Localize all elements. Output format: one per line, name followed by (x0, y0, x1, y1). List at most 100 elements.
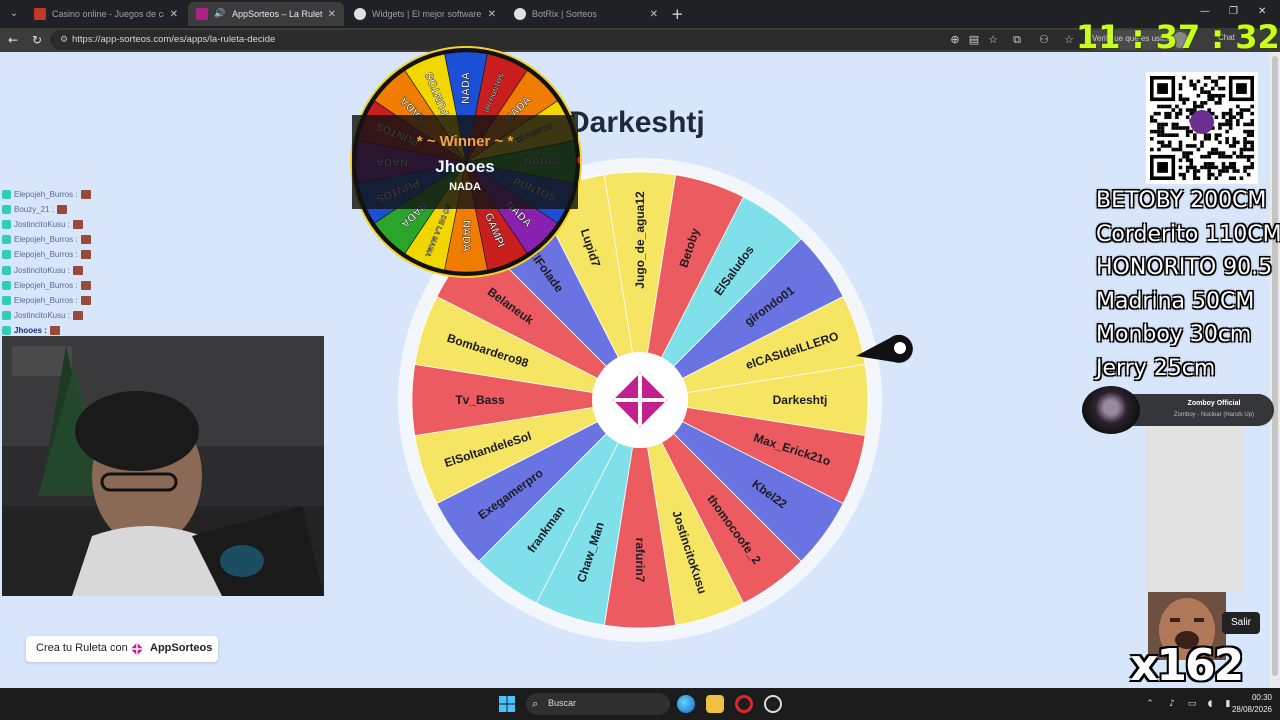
wheel-segment-label: Tv_Bass (455, 393, 505, 407)
extensions-icon[interactable]: ⧉ (1010, 32, 1024, 48)
tab-title: Widgets | El mejor software para p (372, 9, 482, 19)
chat-badge-icon (2, 235, 11, 245)
reload-icon[interactable]: ↻ (29, 32, 45, 48)
music-artist: Zomboy Official (1187, 400, 1241, 407)
maximize-icon[interactable]: ❐ (1229, 6, 1238, 17)
botrix-favicon-icon (514, 8, 526, 20)
tab-appsorteos[interactable]: 🔊 AppSorteos – La Ruleta de la ✕ (188, 2, 344, 26)
donor-entry: Monboy 30cm (1096, 322, 1252, 348)
wheel-segment-label: Darkeshtj (773, 393, 828, 407)
now-playing-widget: Zomboy Official Zomboy - Nuclear (Hands … (1082, 386, 1274, 434)
microphone-icon[interactable]: ♪ (1166, 698, 1178, 710)
wheel-pointer-icon (856, 334, 913, 363)
search-label: Buscar (548, 698, 577, 708)
stream-clock: 11 : 37 : 32 (1076, 18, 1280, 56)
close-tab-icon[interactable]: ✕ (170, 9, 178, 20)
winner-prize: NADA (449, 181, 481, 193)
chat-message: JostincitoKusu : (2, 310, 84, 322)
qr-finder-pattern (1150, 154, 1176, 180)
volume-icon[interactable]: ◖ (1204, 698, 1216, 710)
display-icon[interactable]: ▭ (1186, 698, 1198, 710)
side-panel (1146, 426, 1244, 592)
scrollbar-thumb[interactable] (1272, 56, 1278, 676)
qr-finder-pattern (1150, 76, 1176, 102)
split-screen-icon[interactable]: ⚇ (1037, 32, 1051, 48)
chat-emote-icon (49, 326, 60, 336)
winner-banner: * ~ Winner ~ * Jhooes NADA (352, 115, 578, 209)
widgets-favicon-icon (354, 8, 366, 20)
windows-start-icon[interactable] (499, 696, 515, 712)
chat-username: JostincitoKusu : (14, 311, 71, 321)
edge-browser-icon[interactable] (677, 695, 695, 713)
brand-name: AppSorteos (150, 642, 213, 654)
chat-emote-icon (57, 204, 68, 214)
chat-message: JostincitoKusu : (2, 218, 84, 230)
page-scrollbar[interactable] (1270, 52, 1280, 688)
close-tab-icon[interactable]: ✕ (488, 9, 496, 20)
chat-badge-icon (2, 250, 11, 260)
tab-casino[interactable]: Casino online - Juegos de casino ✕ (26, 2, 186, 26)
wheel-segment-label: rafurin7 (633, 538, 647, 583)
close-window-icon[interactable]: ✕ (1258, 6, 1266, 17)
favorite-star-icon[interactable]: ☆ (986, 32, 1000, 48)
tab-widgets[interactable]: Widgets | El mejor software para p ✕ (346, 2, 504, 26)
chat-message: Jhooes : (2, 325, 60, 337)
reader-icon[interactable]: ▤ (967, 32, 981, 48)
appsorteos-logo-icon (130, 642, 144, 656)
chat-badge-icon (2, 311, 11, 321)
stream-chat-overlay: Elepojeh_Burros : Bouzy_21 : JostincitoKus… (0, 176, 110, 344)
app-icon[interactable] (764, 695, 782, 713)
yape-logo-icon (1190, 110, 1214, 134)
chat-emote-icon (80, 280, 91, 290)
winner-title: * ~ Winner ~ * (416, 133, 514, 150)
file-explorer-icon[interactable] (706, 695, 724, 713)
minimize-icon[interactable]: — (1200, 6, 1210, 17)
chat-emote-icon (80, 250, 91, 260)
create-roulette-link[interactable]: Crea tu Ruleta con AppSorteos (26, 636, 218, 662)
zoom-icon[interactable]: ⊕ (948, 32, 962, 48)
new-tab-plus-icon[interactable]: + (671, 4, 685, 24)
close-tab-icon[interactable]: ✕ (650, 9, 658, 20)
taskbar-search[interactable]: ⌕ Buscar (526, 693, 670, 715)
donor-entry: Madrina 50CM (1096, 288, 1255, 314)
chat-username: Elepojeh_Burros : (14, 189, 78, 199)
salir-button[interactable]: Salir (1222, 612, 1260, 634)
prize-segment-label: NADA (460, 220, 472, 252)
tab-title: AppSorteos – La Ruleta de la (232, 9, 322, 19)
yape-qr-code (1146, 72, 1258, 184)
speaker-icon[interactable]: 🔊 (214, 8, 226, 20)
chat-emote-icon (80, 295, 91, 305)
chat-message: Elepojeh_Burros : (2, 294, 91, 306)
chat-emote-icon (80, 235, 91, 245)
tray-chevron-icon[interactable]: ⌃ (1144, 698, 1156, 710)
tab-menu-chevron-icon[interactable]: ⌄ (6, 6, 22, 22)
chat-badge-icon (2, 326, 11, 336)
chat-message: Elepojeh_Burros : (2, 279, 91, 291)
collections-icon[interactable]: ☆ (1062, 32, 1076, 48)
chat-emote-icon (73, 311, 84, 321)
chat-username: JostincitoKusu : (14, 219, 71, 229)
chat-badge-icon (2, 280, 11, 290)
chat-message: Elepojeh_Burros : (2, 188, 91, 200)
multiplier-counter: x162 (1130, 640, 1244, 691)
chat-badge-icon (2, 219, 11, 229)
opera-icon[interactable] (735, 695, 753, 713)
back-arrow-icon[interactable]: ← (5, 32, 21, 48)
chat-username: Elepojeh_Burros : (14, 235, 78, 245)
tab-botrix[interactable]: BotRix | Sorteos ✕ (506, 2, 666, 26)
music-song: Zomboy - Nuclear (Hands Up) (1173, 412, 1255, 418)
chat-username: JostincitoKusu : (14, 265, 71, 275)
close-tab-icon[interactable]: ✕ (328, 9, 336, 20)
chat-emote-icon (80, 189, 91, 199)
album-art (1082, 386, 1140, 434)
chat-badge-icon (2, 189, 11, 199)
casino-favicon-icon (34, 8, 46, 20)
tab-title: BotRix | Sorteos (532, 9, 597, 19)
chat-username: Elepojeh_Burros : (14, 280, 78, 290)
chat-message: Elepojeh_Burros : (2, 249, 91, 261)
tray-time: 00:30 (1251, 693, 1272, 702)
chat-badge-icon (2, 204, 11, 214)
site-info-icon[interactable]: ⚙ (60, 33, 72, 47)
tab-title: Casino online - Juegos de casino (52, 9, 164, 19)
chat-username: Jhooes : (14, 326, 47, 336)
